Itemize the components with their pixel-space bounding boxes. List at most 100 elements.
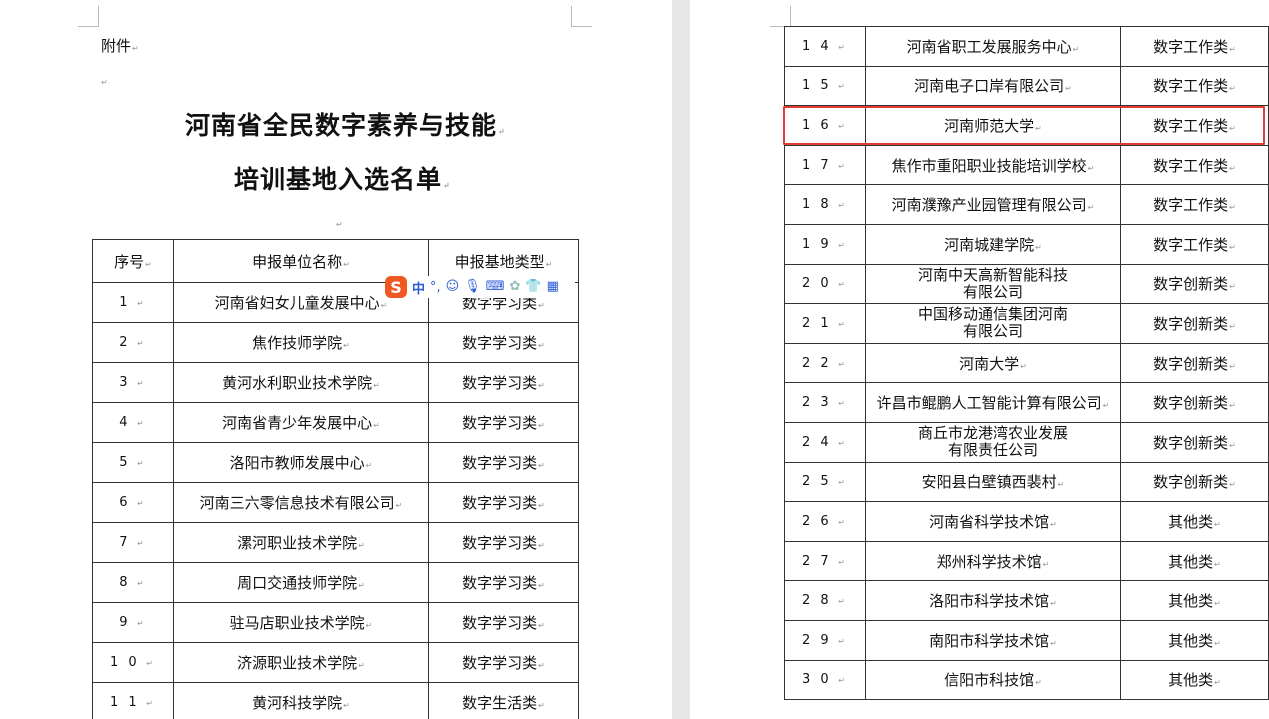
base-type-cell: 数字工作类↵ xyxy=(1120,144,1269,186)
unit-name-cell: 河南城建学院↵ xyxy=(865,223,1121,265)
unit-name-continued: 有限责任公司 xyxy=(947,441,1038,460)
page-corner-mark xyxy=(770,6,791,27)
base-type-cell: 数字学习类↵ xyxy=(428,562,579,603)
unit-name-cell: 济源职业技术学院↵ xyxy=(173,642,429,683)
row-number: 2 1 xyxy=(802,315,832,331)
base-type: 数字生活类 xyxy=(462,694,538,712)
row-number: 2 6 xyxy=(802,513,832,529)
unit-name-cell: 黄河科技学院↵ xyxy=(173,682,429,719)
base-list-table-left: 序号↵ 申报单位名称↵ 申报基地类型↵ 1 ↵ 河南省妇女儿童发展中心↵ 数字学习类… xyxy=(92,239,579,719)
row-number: 2 2 xyxy=(802,355,832,371)
base-type: 其他类 xyxy=(1168,552,1214,571)
unit-name-cell: 河南濮豫产业园管理有限公司↵ xyxy=(865,184,1121,225)
row-number: 1 1 xyxy=(110,695,140,710)
skin-icon[interactable]: 👕 xyxy=(525,280,541,294)
unit-name-cell: 中国移动通信集团河南 有限公司 xyxy=(865,303,1121,344)
base-type-cell: 数字工作类↵ xyxy=(1120,223,1269,265)
base-type: 数字学习类 xyxy=(462,614,538,632)
table-row: 4 ↵ 河南省青少年发展中心↵ 数字学习类↵ xyxy=(92,402,579,443)
unit-name: 洛阳市教师发展中心 xyxy=(229,454,365,472)
document-title-line-1: 河南省全民数字素养与技能↵ xyxy=(185,111,506,140)
base-type: 数字学习类 xyxy=(462,574,538,592)
ime-punctuation-toggle[interactable]: °, xyxy=(430,280,441,295)
table-row: 7 ↵ 漯河职业技术学院↵ 数字学习类↵ xyxy=(92,522,579,563)
row-number-cell: 1 8 ↵ xyxy=(784,184,866,225)
emoji-icon[interactable]: ☺ xyxy=(446,280,460,294)
row-number-cell: 9 ↵ xyxy=(92,602,174,643)
row-number-cell: 2 ↵ xyxy=(92,322,174,363)
unit-name-cell: 商丘市龙港湾农业发展 有限责任公司 xyxy=(865,421,1121,463)
base-type-cell: 其他类↵ xyxy=(1120,659,1269,701)
row-number-cell: 1 7 ↵ xyxy=(784,144,866,186)
table-row: 3 0 ↵ 信阳市科技馆↵ 其他类↵ xyxy=(784,659,1269,701)
ime-toolbar[interactable]: S 中 °, ☺ 🎙 ⌨ ✿ 👕 ▦ xyxy=(385,276,575,298)
unit-name: 河南省科学技术馆 xyxy=(929,512,1050,531)
base-type-cell: 数字学习类↵ xyxy=(428,482,579,523)
unit-name: 河南省妇女儿童发展中心 xyxy=(214,294,380,312)
unit-name: 郑州科学技术馆 xyxy=(936,552,1042,571)
row-number: 6 xyxy=(119,495,131,510)
table-row: 2 0 ↵ 河南中天高新智能科技 有限公司 数字创新类↵ xyxy=(784,263,1269,305)
table-row: 5 ↵ 洛阳市教师发展中心↵ 数字学习类↵ xyxy=(92,442,579,483)
table-row: 2 6 ↵ 河南省科学技术馆↵ 其他类↵ xyxy=(784,501,1269,542)
base-type: 数字创新类 xyxy=(1153,394,1229,413)
base-type-cell: 其他类↵ xyxy=(1120,580,1269,621)
base-type-cell: 数字创新类↵ xyxy=(1120,263,1269,305)
row-number-cell: 1 5 ↵ xyxy=(784,65,866,107)
row-number-cell: 1 0 ↵ xyxy=(92,642,174,683)
keyboard-icon[interactable]: ⌨ xyxy=(486,280,505,294)
base-type-cell: 数字学习类↵ xyxy=(428,402,579,443)
table-row: 1 1 ↵ 黄河科技学院↵ 数字生活类↵ xyxy=(92,682,579,719)
unit-name: 洛阳市科学技术馆 xyxy=(929,592,1050,611)
microphone-icon[interactable]: 🎙 xyxy=(464,280,481,294)
unit-name-cell: 周口交通技师学院↵ xyxy=(173,562,429,603)
row-number-cell: 3 ↵ xyxy=(92,362,174,403)
base-type: 其他类 xyxy=(1168,671,1214,690)
base-type-cell: 其他类↵ xyxy=(1120,619,1269,661)
unit-name-cell: 洛阳市科学技术馆↵ xyxy=(865,580,1121,621)
unit-name: 安阳县白壁镇西裴村 xyxy=(921,473,1057,492)
row-number-cell: 2 2 ↵ xyxy=(784,342,866,384)
table-row: 2 9 ↵ 南阳市科学技术馆↵ 其他类↵ xyxy=(784,619,1269,661)
row-number: 1 7 xyxy=(802,157,832,173)
unit-name-cell: 南阳市科学技术馆↵ xyxy=(865,619,1121,661)
paragraph-mark: ↵ xyxy=(101,78,108,87)
row-number: 3 xyxy=(119,375,131,390)
table-row: 2 2 ↵ 河南大学↵ 数字创新类↵ xyxy=(784,342,1269,384)
table-row: 2 5 ↵ 安阳县白壁镇西裴村↵ 数字创新类↵ xyxy=(784,461,1269,503)
base-type-cell: 数字创新类↵ xyxy=(1120,421,1269,463)
base-type-cell: 数字学习类↵ xyxy=(428,642,579,683)
base-type: 数字创新类 xyxy=(1153,433,1229,452)
row-number-cell: 1 ↵ xyxy=(92,282,174,323)
row-number-cell: 2 7 ↵ xyxy=(784,540,866,582)
grid-icon[interactable]: ▦ xyxy=(547,280,559,294)
unit-name: 中国移动通信集团河南 xyxy=(917,305,1068,324)
row-number: 2 0 xyxy=(802,276,832,292)
row-number: 8 xyxy=(119,575,131,590)
unit-name: 驻马店职业技术学院 xyxy=(229,614,365,632)
unit-name-cell: 安阳县白壁镇西裴村↵ xyxy=(865,461,1121,503)
row-number: 1 9 xyxy=(802,236,832,252)
header-cell-no: 序号↵ xyxy=(92,239,174,283)
toolbox-icon[interactable]: ✿ xyxy=(510,280,521,294)
unit-name: 周口交通技师学院 xyxy=(237,574,358,592)
row-number-cell: 1 9 ↵ xyxy=(784,223,866,265)
table-row: 9 ↵ 驻马店职业技术学院↵ 数字学习类↵ xyxy=(92,602,579,643)
base-type-cell: 数字创新类↵ xyxy=(1120,303,1269,344)
unit-name-cell: 黄河水利职业技术学院↵ xyxy=(173,362,429,403)
unit-name: 河南省职工发展服务中心 xyxy=(906,37,1072,56)
unit-name-cell: 河南大学↵ xyxy=(865,342,1121,384)
document-title-line-2: 培训基地入选名单↵ xyxy=(234,165,451,194)
base-type-cell: 数字创新类↵ xyxy=(1120,382,1269,423)
unit-name-continued: 有限公司 xyxy=(962,322,1023,341)
ime-mode-toggle[interactable]: 中 xyxy=(412,278,425,297)
base-type-cell: 数字学习类↵ xyxy=(428,602,579,643)
table-row: 2 ↵ 焦作技师学院↵ 数字学习类↵ xyxy=(92,322,579,363)
sogou-logo-icon[interactable]: S xyxy=(385,276,407,298)
base-type: 数字工作类 xyxy=(1153,77,1229,96)
base-type: 数字学习类 xyxy=(462,414,538,432)
unit-name-cell: 焦作技师学院↵ xyxy=(173,322,429,363)
row-number-cell: 2 4 ↵ xyxy=(784,421,866,463)
row-number-cell: 2 1 ↵ xyxy=(784,303,866,344)
row-number-cell: 6 ↵ xyxy=(92,482,174,523)
